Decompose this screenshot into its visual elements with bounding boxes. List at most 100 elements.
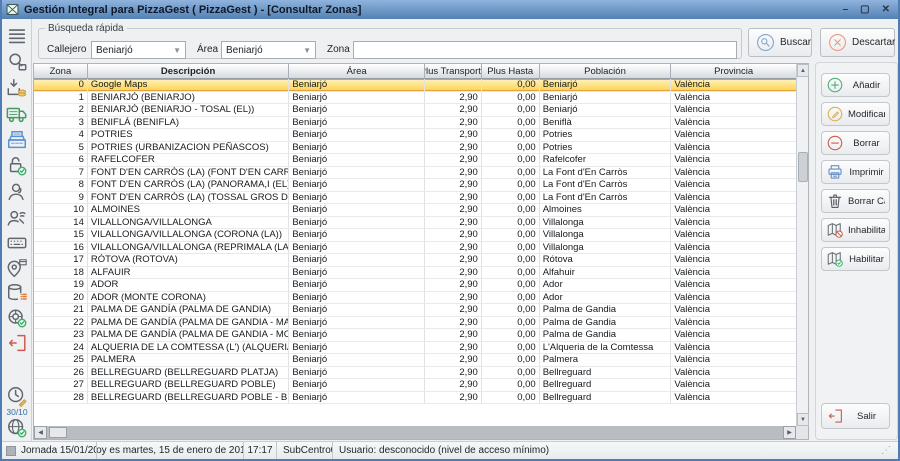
minimize-button[interactable]: – (843, 4, 849, 15)
anadir-button[interactable]: Añadir (821, 73, 890, 97)
cell-descripcion: VILALLONGA/VILLALONGA (CORONA (LA)) (88, 229, 289, 241)
buscar-button[interactable]: Buscar (748, 28, 812, 57)
cell-descripcion: BENIFLÁ (BENIFLA) (88, 117, 289, 129)
maximize-button[interactable]: ▢ (860, 4, 869, 15)
cell-plus_transporte (425, 79, 482, 91)
cell-poblacion: La Font d'En Carròs (540, 167, 672, 179)
cell-poblacion: L'Alqueria de la Comtessa (540, 342, 672, 354)
borrar-calles-button[interactable]: Borrar Calles (821, 189, 890, 213)
table-row[interactable]: 20ADOR (MONTE CORONA)Beniarjó2,900,00Ado… (34, 292, 796, 305)
scroll-right-icon[interactable]: ▶ (783, 426, 796, 439)
modificar-button[interactable]: Modificar (821, 102, 890, 126)
descartar-button[interactable]: Descartar (820, 28, 895, 57)
quick-search-title: Búsqueda rápida (45, 23, 127, 34)
column-header-descripcion[interactable]: Descripción (88, 64, 289, 79)
cell-plus_hasta: 0,00 (482, 142, 540, 154)
imprimir-button[interactable]: Imprimir (821, 160, 890, 184)
cell-descripcion: PALMERA (88, 354, 289, 366)
table-row[interactable]: 14VILALLONGA/VILLALONGABeniarjó2,900,00V… (34, 217, 796, 230)
scroll-down-icon[interactable]: ▼ (797, 413, 809, 426)
cell-descripcion: BELLREGUARD (BELLREGUARD POBLE) (88, 379, 289, 391)
cell-provincia: València (671, 379, 796, 391)
scroll-left-icon[interactable]: ◀ (34, 426, 47, 439)
resize-grip[interactable]: ⋰ (881, 445, 894, 456)
cell-plus_transporte: 2,90 (425, 192, 482, 204)
inbox-download-icon[interactable] (6, 77, 28, 99)
table-row[interactable]: 7FONT D'EN CARRÒS (LA) (FONT D'EN CARROS… (34, 167, 796, 180)
table-row[interactable]: 16VILALLONGA/VILLALONGA (REPRIMALA (LA))… (34, 242, 796, 255)
cell-plus_transporte: 2,90 (425, 104, 482, 116)
scroll-up-icon[interactable]: ▲ (797, 64, 809, 77)
table-row[interactable]: 4POTRIESBeniarjó2,900,00PotriesValència (34, 129, 796, 142)
inhabilitar-button[interactable]: Inhabilitar (821, 218, 890, 242)
column-header-zona[interactable]: Zona (34, 64, 88, 79)
table-row[interactable]: 15VILALLONGA/VILLALONGA (CORONA (LA))Ben… (34, 229, 796, 242)
table-row[interactable]: 21PALMA DE GANDÍA (PALMA DE GANDIA)Benia… (34, 304, 796, 317)
zona-input[interactable] (353, 41, 737, 59)
menu-icon[interactable] (6, 25, 28, 47)
cell-zona: 14 (34, 217, 88, 229)
table-row[interactable]: 24ALQUERIA DE LA COMTESSA (L') (ALQUERIA… (34, 342, 796, 355)
table-row[interactable]: 5POTRIES (URBANIZACION PEÑASCOS)Beniarjó… (34, 142, 796, 155)
table-row[interactable]: 23PALMA DE GANDÍA (PALMA DE GANDIA - MON… (34, 329, 796, 342)
modificar-label: Modificar (848, 109, 885, 120)
column-header-plus_hasta[interactable]: Plus Hasta (482, 64, 540, 79)
table-row[interactable]: 18ALFAUIRBeniarjó2,900,00AlfahuirValènci… (34, 267, 796, 280)
table-row[interactable]: 25PALMERABeniarjó2,900,00PalmeraValència (34, 354, 796, 367)
globe-check-icon[interactable] (6, 417, 28, 439)
table-row[interactable]: 1BENIARJÓ (BENIARJO)Beniarjó2,900,00Beni… (34, 92, 796, 105)
area-select[interactable]: Beniarjó ▼ (221, 41, 316, 59)
table-row[interactable]: 26BELLREGUARD (BELLREGUARD PLATJA)Beniar… (34, 367, 796, 380)
table-row[interactable]: 6RAFELCOFERBeniarjó2,900,00RafelcoferVal… (34, 154, 796, 167)
cell-zona: 5 (34, 142, 88, 154)
cell-poblacion: Villalonga (540, 242, 672, 254)
habilitar-button[interactable]: Habilitar (821, 247, 890, 271)
keyboard-icon[interactable] (6, 232, 28, 254)
table-row[interactable]: 3BENIFLÁ (BENIFLA)Beniarjó2,900,00Benifl… (34, 117, 796, 130)
table-row[interactable]: 19ADORBeniarjó2,900,00AdorValència (34, 279, 796, 292)
close-button[interactable]: ✕ (882, 4, 890, 15)
store-pin-icon[interactable] (6, 257, 28, 279)
cell-provincia: València (671, 304, 796, 316)
horizontal-scrollbar[interactable]: ◀ ▶ (34, 426, 796, 439)
vertical-scroll-thumb[interactable] (798, 152, 808, 182)
cell-plus_transporte: 2,90 (425, 117, 482, 129)
quick-search-panel: Búsqueda rápida Callejero Beniarjó ▼ Áre… (38, 23, 742, 59)
salir-label: Salir (848, 411, 885, 422)
cell-area: Beniarjó (289, 267, 425, 279)
jornada-text: Jornada 15/01/2019 (21, 445, 97, 456)
cell-poblacion: Bellreguard (540, 379, 672, 391)
table-row[interactable]: 22PALMA DE GANDÍA (PALMA DE GANDIA - MAR… (34, 317, 796, 330)
caller-icon[interactable] (6, 207, 28, 229)
column-header-plus_transporte[interactable]: Plus Transporte (425, 64, 482, 79)
lifesaver-check-icon[interactable] (6, 307, 28, 329)
database-icon[interactable] (6, 282, 28, 304)
cell-zona: 4 (34, 129, 88, 141)
cash-register-icon[interactable] (6, 129, 28, 151)
table-row[interactable]: 2BENIARJÓ (BENIARJO - TOSAL (EL))Beniarj… (34, 104, 796, 117)
column-header-poblacion[interactable]: Población (540, 64, 672, 79)
table-row[interactable]: 10ALMOINESBeniarjó2,900,00AlmoinesValènc… (34, 204, 796, 217)
table-row[interactable]: 9FONT D'EN CARRÒS (LA) (TOSSAL GROS D'EN… (34, 192, 796, 205)
search-icon[interactable] (6, 51, 28, 73)
vertical-scrollbar[interactable]: ▲ ▼ (796, 64, 808, 426)
table-row[interactable]: 0Google MapsBeniarjó0,00BeniarjóValència (34, 79, 796, 92)
column-header-area[interactable]: Área (289, 64, 425, 79)
exit-icon[interactable] (6, 332, 28, 354)
salir-button[interactable]: Salir (821, 403, 890, 429)
x-circle-icon (828, 33, 847, 52)
table-row[interactable]: 17RÓTOVA (ROTOVA)Beniarjó2,900,00RótovaV… (34, 254, 796, 267)
padlock-check-icon[interactable] (6, 155, 28, 177)
cell-provincia: València (671, 217, 796, 229)
table-row[interactable]: 27BELLREGUARD (BELLREGUARD POBLE)Beniarj… (34, 379, 796, 392)
clock-edit-icon[interactable] (6, 385, 28, 407)
column-header-provincia[interactable]: Provincia (671, 64, 796, 79)
borrar-button[interactable]: Borrar (821, 131, 890, 155)
horizontal-scroll-thumb[interactable] (49, 427, 67, 438)
table-body: 0Google MapsBeniarjó0,00BeniarjóValència… (34, 79, 796, 404)
support-agent-icon[interactable] (6, 181, 28, 203)
table-row[interactable]: 28BELLREGUARD (BELLREGUARD POBLE - BELLR… (34, 392, 796, 405)
table-row[interactable]: 8FONT D'EN CARRÒS (LA) (PANORAMA,I (EL))… (34, 179, 796, 192)
callejero-select[interactable]: Beniarjó ▼ (91, 41, 186, 59)
delivery-truck-icon[interactable] (6, 103, 28, 125)
